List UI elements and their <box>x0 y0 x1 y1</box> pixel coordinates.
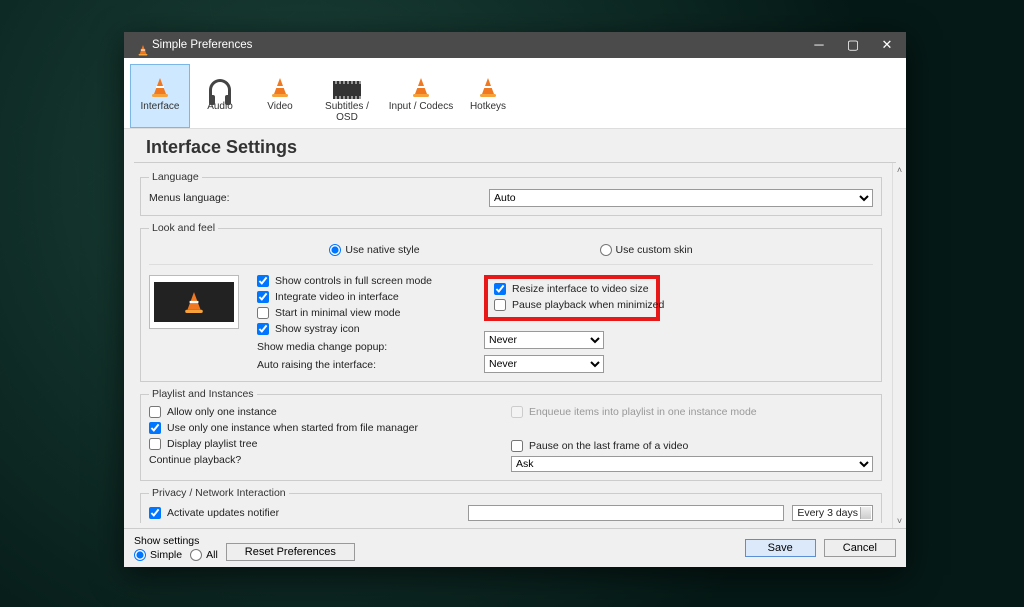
radio-custom-skin[interactable]: Use custom skin <box>600 244 693 256</box>
scroll-down-icon[interactable]: ˅ <box>897 516 902 526</box>
save-button[interactable]: Save <box>745 539 816 557</box>
cone-icon <box>149 75 171 99</box>
tab-video[interactable]: Video <box>250 64 310 128</box>
cone-icon <box>410 75 432 99</box>
group-playlist: Playlist and Instances Allow only one in… <box>140 388 882 481</box>
film-icon <box>333 81 361 99</box>
window-title: Simple Preferences <box>152 39 812 51</box>
minimize-button[interactable]: ─ <box>812 38 826 52</box>
maximize-button[interactable]: ▢ <box>846 38 860 52</box>
cb-display-playlist-tree[interactable]: Display playlist tree <box>149 438 511 450</box>
tab-hotkeys[interactable]: Hotkeys <box>458 64 518 128</box>
scroll-up-icon[interactable]: ˄ <box>897 165 902 175</box>
radio-simple[interactable]: Simple <box>134 549 182 561</box>
titlebar[interactable]: Simple Preferences ─ ▢ ✕ <box>124 32 906 58</box>
group-language: Language Menus language: Auto <box>140 171 882 216</box>
cb-pause-last-frame[interactable]: Pause on the last frame of a video <box>511 440 873 452</box>
category-toolbar: Interface Audio Video Subtitles / OSD In… <box>124 58 906 129</box>
reset-preferences-button[interactable]: Reset Preferences <box>226 543 355 561</box>
interface-preview-thumbnail <box>149 275 239 329</box>
cb-enqueue-items: Enqueue items into playlist in one insta… <box>511 406 873 418</box>
close-button[interactable]: ✕ <box>880 38 894 52</box>
continue-playback-label: Continue playback? <box>149 454 511 466</box>
headphones-icon <box>209 79 231 99</box>
highlight-annotation: Resize interface to video size Pause pla… <box>484 275 660 321</box>
auto-raise-select[interactable]: Never <box>484 355 604 373</box>
cb-show-systray[interactable]: Show systray icon <box>257 323 432 335</box>
update-interval-spinner[interactable]: Every 3 days <box>792 505 873 521</box>
cb-integrate-video[interactable]: Integrate video in interface <box>257 291 432 303</box>
cb-resize-interface[interactable]: Resize interface to video size <box>494 283 650 295</box>
vertical-scrollbar[interactable]: ˄ ˅ <box>892 163 906 528</box>
settings-scroll-area[interactable]: Language Menus language: Auto Look and f… <box>134 163 892 528</box>
media-change-popup-select[interactable]: Never <box>484 331 604 349</box>
tab-subtitles[interactable]: Subtitles / OSD <box>310 64 384 128</box>
radio-native-style[interactable]: Use native style <box>329 244 419 256</box>
cancel-button[interactable]: Cancel <box>824 539 896 557</box>
cb-pause-minimized[interactable]: Pause playback when minimized <box>494 299 650 311</box>
show-settings-label: Show settings <box>134 535 218 547</box>
group-look-and-feel: Look and feel Use native style Use custo… <box>140 222 882 382</box>
cone-icon <box>269 75 291 99</box>
auto-raise-label: Auto raising the interface: <box>257 359 393 371</box>
cone-icon <box>477 75 499 99</box>
cb-show-controls-fullscreen[interactable]: Show controls in full screen mode <box>257 275 432 287</box>
menus-language-select[interactable]: Auto <box>489 189 873 207</box>
cb-allow-one-instance[interactable]: Allow only one instance <box>149 406 511 418</box>
tab-input-codecs[interactable]: Input / Codecs <box>384 64 458 128</box>
page-heading: Interface Settings <box>134 129 896 163</box>
cb-start-minimal[interactable]: Start in minimal view mode <box>257 307 432 319</box>
bottom-bar: Show settings Simple All Reset Preferenc… <box>124 528 906 567</box>
tab-audio[interactable]: Audio <box>190 64 250 128</box>
preferences-window: Simple Preferences ─ ▢ ✕ Interface Audio… <box>124 32 906 567</box>
continue-playback-select[interactable]: Ask <box>511 456 873 472</box>
privacy-text-input[interactable] <box>468 505 785 521</box>
radio-all[interactable]: All <box>190 549 218 561</box>
cb-activate-updates[interactable]: Activate updates notifier <box>149 507 460 519</box>
menus-language-label: Menus language: <box>149 192 489 204</box>
tab-interface[interactable]: Interface <box>130 64 190 128</box>
vlc-app-icon <box>132 38 146 52</box>
group-privacy: Privacy / Network Interaction Activate u… <box>140 487 882 523</box>
cb-one-instance-file-manager[interactable]: Use only one instance when started from … <box>149 422 511 434</box>
media-change-popup-label: Show media change popup: <box>257 341 393 353</box>
